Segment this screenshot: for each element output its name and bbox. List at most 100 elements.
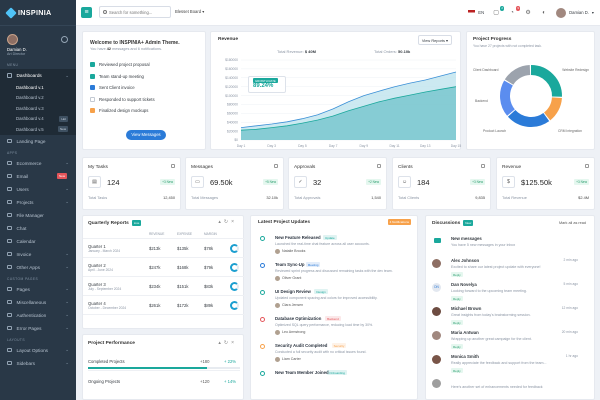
todo-item[interactable]: Reviewed project proposal — [90, 59, 202, 71]
reply-button[interactable]: Reply — [451, 272, 463, 277]
search-box[interactable] — [99, 6, 171, 18]
sidebar-item-error[interactable]: Error Pages ⌄ — [0, 322, 76, 335]
sidebar-item-pages[interactable]: Pages ⌄ — [0, 283, 76, 296]
sidebar-item-auth[interactable]: Authentication ⌄ — [0, 309, 76, 322]
sidebar-item-invoice[interactable]: Invoice ⌄ — [0, 248, 76, 261]
y-tick-label: $140000 — [225, 76, 238, 80]
close-icon[interactable]: × — [231, 340, 237, 346]
sidebar-item-chat[interactable]: Chat — [0, 222, 76, 235]
message-item[interactable]: Monica Smith 1 hr ago Really appreciate th… — [432, 353, 578, 378]
sidebar-subitem-dashboard-v3[interactable]: Dashboard v.3 — [0, 103, 76, 114]
update-item[interactable]: Team Sync-Up Meeting Reviewed sprint progr… — [251, 261, 419, 288]
table-row[interactable]: Quarter 2 April - June 2024 $247k $168k $79k — [83, 258, 245, 277]
message-item[interactable]: Here's another set of enhancements neede… — [432, 377, 578, 400]
mark-all-read-link[interactable]: Mark all as read — [559, 221, 586, 225]
refresh-icon[interactable]: ↻ — [224, 340, 231, 346]
table-row[interactable]: Quarter 1 January - March 2024 $213k $135k $… — [83, 239, 245, 258]
update-desc: Updated component spacing and colors for… — [275, 296, 378, 300]
table-row[interactable]: Quarter 3 July - September 2024 $234k $151k… — [83, 277, 245, 296]
external-link-icon[interactable] — [377, 164, 381, 168]
expense-cell: $172k — [177, 302, 189, 308]
sidebar-item-file-manager[interactable]: File Manager — [0, 209, 76, 222]
reply-button[interactable]: Reply — [451, 344, 463, 349]
revenue-card: Revenue Total Revenue: $ 40M Total Order… — [210, 31, 461, 150]
external-link-icon[interactable] — [171, 164, 175, 168]
board-selector[interactable]: Blesset Board ▾ — [175, 9, 204, 14]
message-item[interactable]: Alex Johnson 2 min ago Excited to share ou… — [432, 257, 578, 282]
gear-icon[interactable]: ⚙ — [524, 9, 532, 17]
update-item[interactable]: New Team Member Joined Onboarding — [251, 369, 419, 396]
sub-label: Dashboard v.2 — [16, 95, 44, 101]
total-revenue-label: Total Revenue: — [277, 49, 304, 54]
update-tag: Update — [323, 235, 337, 240]
sidebar-item-users[interactable]: Users ⌄ — [0, 183, 76, 196]
sidebar-item-sidebars[interactable]: Sidebars ⌄ — [0, 357, 76, 370]
checkbox[interactable] — [90, 62, 95, 68]
theme-toggle-icon[interactable]: ◐ — [540, 9, 548, 17]
checkbox[interactable] — [90, 85, 95, 91]
reply-button[interactable]: Reply — [451, 320, 463, 325]
stat-label-value: 9,835 — [475, 195, 485, 200]
message-item[interactable]: DN Dan Novelya 5 min ago Looking forward to… — [432, 281, 578, 306]
sidebar-item-landing[interactable]: Landing Page — [0, 135, 76, 148]
user-menu[interactable]: Damian D. ▾ — [556, 7, 594, 18]
language-label[interactable]: EN — [478, 10, 484, 15]
revenue-title: Revenue — [218, 37, 238, 42]
checkbox[interactable] — [90, 108, 95, 114]
sidebar-subitem-dashboard-v1[interactable]: Dashboard v.1 — [0, 82, 76, 93]
todo-item[interactable]: Responded to support tickets — [90, 94, 202, 106]
progress-fill — [88, 367, 207, 369]
todo-item[interactable]: Sent Client invoice — [90, 82, 202, 94]
chat-icon — [7, 225, 12, 231]
table-row[interactable]: Quarter 4 October - December 2024 $261k $17… — [83, 296, 245, 315]
refresh-icon[interactable]: ↻ — [224, 219, 231, 225]
y-tick-label: $20000 — [227, 129, 238, 133]
external-link-icon[interactable] — [585, 164, 589, 168]
message-item[interactable]: Michael Brown 12 min ago Great insights fr… — [432, 305, 578, 330]
sidebar-item-layout-options[interactable]: Layout Options ⌄ — [0, 344, 76, 357]
message-item[interactable]: Maria Antwan 20 min ago Wrapping up anothe… — [432, 329, 578, 354]
sidebar-subitem-dashboard-v5[interactable]: Dashboard v.5 New — [0, 124, 76, 135]
todo-item[interactable]: Team stand-up meeting — [90, 71, 202, 83]
sidebar-item-calendar[interactable]: Calendar — [0, 235, 76, 248]
external-link-icon[interactable] — [481, 164, 485, 168]
sidebar-item-ecommerce[interactable]: Ecommerce ⌄ — [0, 157, 76, 170]
checkbox[interactable] — [90, 73, 95, 79]
todo-item[interactable]: Finalized design mockups — [90, 105, 202, 117]
performance-pct: + 22% — [224, 359, 236, 364]
menu-toggle-button[interactable]: ≡ — [81, 7, 92, 18]
sidebar-subitem-dashboard-v2[interactable]: Dashboard v.2 — [0, 92, 76, 103]
sidebar-item-misc[interactable]: Miscellaneous ⌄ — [0, 296, 76, 309]
chat-icon[interactable]: ▢ 2 — [492, 5, 505, 17]
card-actions: ▴↻× — [218, 340, 237, 346]
view-messages-button[interactable]: View Messages — [126, 130, 166, 140]
new-messages-row[interactable]: New messages You have 5 new messages in … — [432, 235, 588, 251]
external-link-icon[interactable] — [274, 164, 278, 168]
reply-button[interactable]: Reply — [451, 296, 463, 301]
update-item[interactable]: Database Optimization Backend Optimized SQ… — [251, 315, 419, 342]
brand[interactable]: INSPINIA — [0, 0, 76, 26]
revenue-chart: $0 $20000 $40000 $60000 $80000 $100000 $120000… — [225, 58, 461, 148]
search-input[interactable] — [109, 9, 169, 15]
update-item[interactable]: Security Audit Completed Security Conducte… — [251, 342, 419, 369]
update-item[interactable]: UI Design Review Design Updated component … — [251, 288, 419, 315]
update-title: Database Optimization — [275, 316, 322, 321]
update-item[interactable]: New Feature Released Update Launched the r… — [251, 234, 419, 261]
close-icon[interactable]: × — [231, 219, 237, 225]
view-reports-button[interactable]: View Reports ▾ — [417, 35, 452, 45]
sidebar-item-other-apps[interactable]: Other Apps ⌄ — [0, 261, 76, 274]
stat-title: Approvals — [294, 165, 316, 170]
warning-icon — [7, 325, 12, 331]
reply-button[interactable]: Reply — [451, 368, 463, 373]
checkbox[interactable] — [90, 96, 95, 102]
avatar[interactable] — [7, 34, 18, 45]
sidebar-icon — [7, 360, 12, 366]
sidebar-item-dashboards[interactable]: Dashboards ⌄ — [0, 69, 76, 82]
sidebar-item-projects[interactable]: Projects ⌄ — [0, 196, 76, 209]
flag-icon[interactable] — [468, 10, 476, 15]
gear-icon[interactable] — [61, 36, 68, 43]
quarter-period: July - September 2024 — [88, 286, 122, 291]
sidebar-subitem-dashboard-v4[interactable]: Dashboard v.4 Hot — [0, 113, 76, 124]
bell-icon[interactable]: ◔ 9 — [508, 5, 521, 17]
sidebar-item-email[interactable]: Email New — [0, 170, 76, 183]
